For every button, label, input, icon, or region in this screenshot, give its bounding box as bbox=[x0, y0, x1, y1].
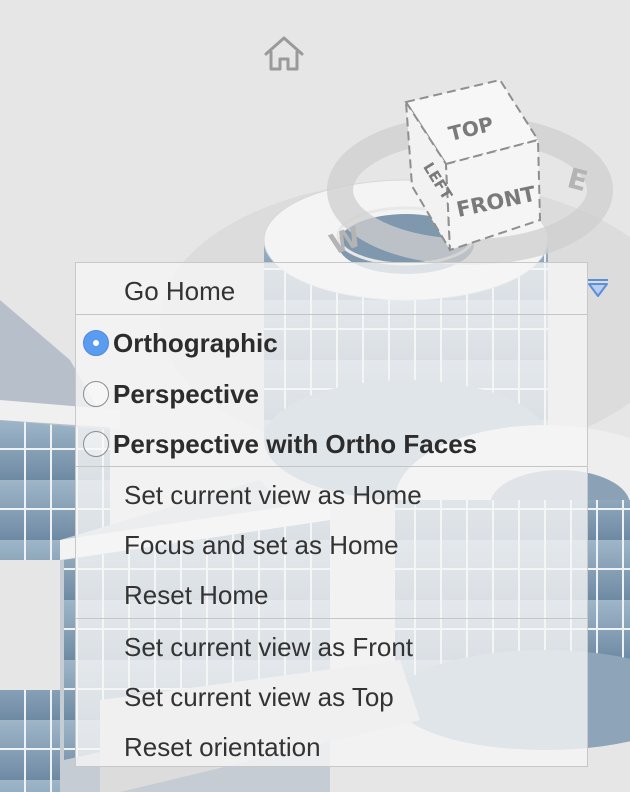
menu-arrow-icon[interactable] bbox=[586, 276, 610, 300]
menu-item-perspective-ortho-faces[interactable]: Perspective with Ortho Faces bbox=[76, 419, 587, 469]
home-icon[interactable] bbox=[262, 34, 306, 74]
radio-button-icon[interactable] bbox=[83, 381, 109, 407]
menu-item-reset-home[interactable]: Reset Home bbox=[76, 570, 587, 620]
menu-item-go-home[interactable]: Go Home bbox=[76, 266, 587, 316]
3d-viewport[interactable]: W E TOP LEFT FRONT Go Home Orthographic … bbox=[0, 0, 630, 792]
menu-item-set-current-view-front[interactable]: Set current view as Front bbox=[76, 622, 587, 672]
viewcube[interactable]: W E TOP LEFT FRONT bbox=[300, 70, 630, 270]
menu-separator bbox=[76, 466, 587, 467]
menu-item-label: Perspective bbox=[113, 378, 259, 409]
radio-button-icon[interactable] bbox=[83, 330, 109, 356]
menu-item-label: Set current view as Front bbox=[124, 631, 413, 662]
menu-separator bbox=[76, 314, 587, 315]
menu-item-label: Orthographic bbox=[113, 327, 278, 358]
menu-item-set-current-view-home[interactable]: Set current view as Home bbox=[76, 470, 587, 520]
menu-item-reset-orientation[interactable]: Reset orientation bbox=[76, 722, 587, 772]
menu-separator bbox=[76, 618, 587, 619]
menu-item-orthographic[interactable]: Orthographic bbox=[76, 318, 587, 368]
menu-item-label: Set current view as Home bbox=[124, 479, 422, 510]
viewcube-cube[interactable]: TOP LEFT FRONT bbox=[404, 78, 542, 252]
menu-item-focus-set-home[interactable]: Focus and set as Home bbox=[76, 520, 587, 570]
menu-item-label: Set current view as Top bbox=[124, 681, 394, 712]
menu-item-set-current-view-top[interactable]: Set current view as Top bbox=[76, 672, 587, 722]
menu-item-label: Reset orientation bbox=[124, 731, 321, 762]
radio-button-icon[interactable] bbox=[83, 431, 109, 457]
viewcube-context-menu: Go Home Orthographic Perspective Perspec… bbox=[75, 262, 588, 767]
menu-item-label: Focus and set as Home bbox=[124, 529, 399, 560]
menu-item-label: Perspective with Ortho Faces bbox=[113, 428, 478, 459]
menu-item-perspective[interactable]: Perspective bbox=[76, 369, 587, 419]
menu-item-label: Go Home bbox=[124, 275, 236, 306]
menu-item-label: Reset Home bbox=[124, 579, 269, 610]
